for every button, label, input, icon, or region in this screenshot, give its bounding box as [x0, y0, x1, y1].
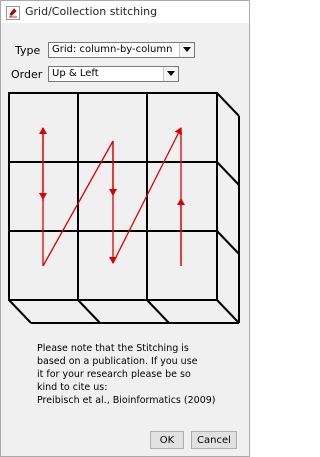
- chevron-down-icon: [167, 71, 175, 76]
- type-select-value: Grid: column-by-column: [52, 44, 173, 55]
- note-line: kind to cite us:: [37, 382, 108, 393]
- window-title: Grid/Collection stitching: [25, 5, 158, 18]
- microscope-icon: [6, 5, 20, 20]
- note-line: based on a publication. If you use: [37, 356, 198, 367]
- citation-line: Preibisch et al., Bioinformatics (2009): [37, 395, 216, 406]
- dialog-window: Grid/Collection stitching Type Grid: col…: [0, 0, 250, 457]
- order-select-value: Up & Left: [52, 68, 99, 79]
- note-line: Please note that the Stitching is: [37, 343, 189, 354]
- ok-button[interactable]: OK: [150, 431, 184, 449]
- type-label: Type: [15, 44, 41, 57]
- title-bar[interactable]: Grid/Collection stitching: [1, 1, 249, 23]
- grid-order-diagram: [8, 92, 240, 324]
- cancel-button[interactable]: Cancel: [191, 431, 237, 449]
- type-select-button[interactable]: [179, 43, 194, 57]
- order-label: Order: [11, 68, 43, 81]
- type-select[interactable]: Grid: column-by-column: [48, 42, 195, 58]
- order-select[interactable]: Up & Left: [48, 66, 179, 82]
- note-line: it for your research please be so: [37, 369, 191, 380]
- chevron-down-icon: [183, 47, 191, 52]
- scan-order-arrows: [39, 127, 185, 267]
- order-select-button[interactable]: [163, 67, 178, 81]
